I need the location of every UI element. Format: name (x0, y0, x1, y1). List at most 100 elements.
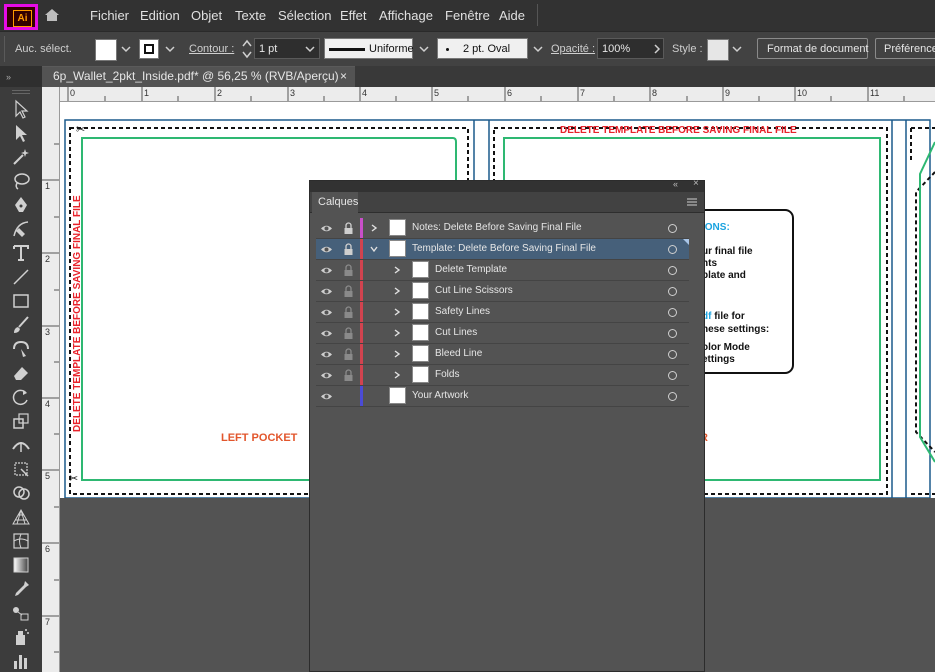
curvature-tool-icon[interactable] (11, 219, 31, 239)
menu-selection[interactable]: Sélection (278, 8, 331, 23)
lasso-tool-icon[interactable] (11, 171, 31, 191)
panel-menu-icon[interactable] (686, 197, 698, 207)
lock-icon[interactable] (343, 264, 354, 277)
menu-fenetre[interactable]: Fenêtre (445, 8, 490, 23)
layer-row[interactable]: Bleed Line (316, 344, 689, 365)
chevron-right-icon[interactable] (369, 223, 379, 233)
stroke-dropdown-icon[interactable] (163, 42, 177, 56)
panel-top-bar[interactable]: « × (310, 178, 704, 192)
rotate-tool-icon[interactable] (11, 387, 31, 407)
visibility-eye-icon[interactable] (320, 264, 333, 277)
layer-row[interactable]: Cut Lines (316, 323, 689, 344)
collapse-panel-icon[interactable]: « (673, 179, 678, 189)
fill-dropdown-icon[interactable] (119, 42, 133, 56)
visibility-eye-icon[interactable] (320, 285, 333, 298)
menu-fichier[interactable]: Fichier (90, 8, 129, 23)
paintbrush-tool-icon[interactable] (11, 315, 31, 335)
column-graph-tool-icon[interactable] (11, 651, 31, 671)
lock-icon[interactable] (343, 222, 354, 235)
pen-tool-icon[interactable] (11, 195, 31, 215)
visibility-eye-icon[interactable] (320, 348, 333, 361)
chevron-right-icon[interactable] (392, 307, 402, 317)
menu-objet[interactable]: Objet (191, 8, 222, 23)
layer-row[interactable]: Cut Line Scissors (316, 281, 689, 302)
style-dropdown-icon[interactable] (730, 42, 744, 56)
menu-edition[interactable]: Edition (140, 8, 180, 23)
brush-field[interactable]: 2 pt. Oval (437, 38, 528, 59)
lock-icon[interactable] (343, 306, 354, 319)
lock-icon[interactable] (343, 369, 354, 382)
home-icon[interactable] (44, 7, 60, 23)
chevron-right-icon[interactable] (392, 370, 402, 380)
stroke-style-field[interactable]: Uniforme (324, 38, 414, 59)
target-circle-icon[interactable] (668, 245, 677, 254)
target-circle-icon[interactable] (668, 392, 677, 401)
chevron-right-icon[interactable] (392, 286, 402, 296)
visibility-eye-icon[interactable] (320, 369, 333, 382)
visibility-eye-icon[interactable] (320, 390, 333, 403)
free-transform-tool-icon[interactable] (11, 459, 31, 479)
target-circle-icon[interactable] (668, 350, 677, 359)
gradient-tool-icon[interactable] (11, 555, 31, 575)
menu-effet[interactable]: Effet (340, 8, 367, 23)
layer-row[interactable]: Delete Template (316, 260, 689, 281)
chevron-right-icon[interactable] (392, 328, 402, 338)
vertical-ruler[interactable]: 1 2 3 4 5 6 7 (42, 87, 60, 672)
layer-row[interactable]: Template: Delete Before Saving Final Fil… (316, 239, 689, 260)
layer-row[interactable]: Safety Lines (316, 302, 689, 323)
target-circle-icon[interactable] (668, 308, 677, 317)
stroke-stepper-icon[interactable] (241, 38, 253, 60)
lock-icon[interactable] (343, 243, 354, 256)
shaper-tool-icon[interactable] (11, 339, 31, 359)
blend-tool-icon[interactable] (11, 603, 31, 623)
lock-icon[interactable] (343, 327, 354, 340)
document-setup-button[interactable]: Format de document (757, 38, 869, 59)
layer-row[interactable]: Notes: Delete Before Saving Final File (316, 218, 689, 239)
direct-selection-tool-icon[interactable] (11, 123, 31, 143)
target-circle-icon[interactable] (668, 287, 677, 296)
preferences-button[interactable]: Préférences (875, 38, 935, 59)
type-tool-icon[interactable] (11, 243, 31, 263)
lock-icon[interactable] (343, 348, 354, 361)
target-circle-icon[interactable] (668, 329, 677, 338)
close-tab-icon[interactable]: × (340, 69, 347, 83)
menu-texte[interactable]: Texte (235, 8, 266, 23)
target-circle-icon[interactable] (668, 371, 677, 380)
brush-dropdown-icon[interactable] (531, 42, 545, 56)
width-tool-icon[interactable] (11, 435, 31, 455)
menu-affichage[interactable]: Affichage (379, 8, 433, 23)
chevron-down-icon[interactable] (369, 244, 379, 254)
line-segment-tool-icon[interactable] (11, 267, 31, 287)
selection-tool-icon[interactable] (11, 99, 31, 119)
close-panel-icon[interactable]: × (693, 178, 699, 189)
collapse-toolbar-icon[interactable]: » (6, 72, 11, 82)
lock-icon[interactable] (343, 285, 354, 298)
visibility-eye-icon[interactable] (320, 243, 333, 256)
visibility-eye-icon[interactable] (320, 306, 333, 319)
perspective-grid-tool-icon[interactable] (11, 507, 31, 527)
chevron-right-icon[interactable] (392, 265, 402, 275)
stroke-swatch[interactable] (139, 39, 159, 59)
eyedropper-tool-icon[interactable] (11, 579, 31, 599)
rectangle-tool-icon[interactable] (11, 291, 31, 311)
layer-row[interactable]: Your Artwork (316, 386, 689, 407)
eraser-tool-icon[interactable] (11, 363, 31, 383)
stroke-style-dropdown-icon[interactable] (417, 42, 431, 56)
stroke-weight-dropdown-icon[interactable] (303, 42, 317, 56)
target-circle-icon[interactable] (668, 266, 677, 275)
shape-builder-tool-icon[interactable] (11, 483, 31, 503)
visibility-eye-icon[interactable] (320, 222, 333, 235)
symbol-sprayer-tool-icon[interactable] (11, 627, 31, 647)
app-logo-icon[interactable]: Ai (4, 4, 38, 30)
target-circle-icon[interactable] (668, 224, 677, 233)
menu-aide[interactable]: Aide (499, 8, 525, 23)
scale-tool-icon[interactable] (11, 411, 31, 431)
graphic-style-swatch[interactable] (707, 39, 729, 61)
layer-row[interactable]: Folds (316, 365, 689, 386)
visibility-eye-icon[interactable] (320, 327, 333, 340)
lock-toggle[interactable] (343, 390, 354, 403)
opacity-arrow-icon[interactable] (650, 42, 664, 56)
chevron-right-icon[interactable] (392, 349, 402, 359)
magic-wand-tool-icon[interactable] (11, 147, 31, 167)
fill-swatch[interactable] (95, 39, 117, 61)
